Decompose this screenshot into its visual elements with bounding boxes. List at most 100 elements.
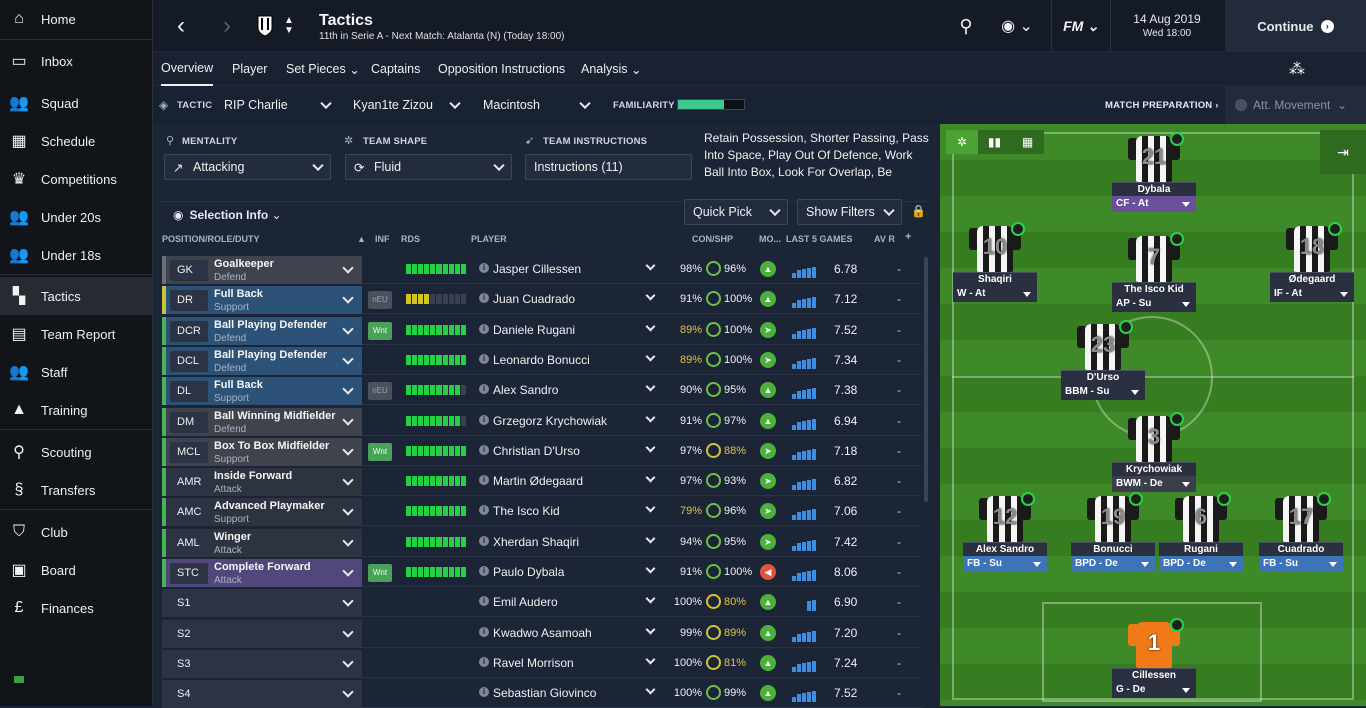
pitch-player-role[interactable]: BPD - De <box>1159 556 1243 572</box>
sidebar-item-transfers[interactable]: § Transfers <box>0 471 152 509</box>
table-row[interactable]: AML Winger Attack i Xherdan Shaqiri 94% 95% ➤ 7.… <box>162 528 922 557</box>
back-button[interactable]: ‹ <box>163 0 199 52</box>
header-last-5-games[interactable]: LAST 5 GAMES <box>786 234 853 244</box>
pitch-player[interactable]: 12 Alex Sandro FB - Su <box>963 492 1047 572</box>
player-name[interactable]: Alex Sandro <box>493 383 558 397</box>
chevron-down-icon[interactable] <box>342 353 354 365</box>
header-con-shp[interactable]: CON/SHP <box>692 234 733 244</box>
table-row[interactable]: DCL Ball Playing Defender Defend i Leonardo … <box>162 346 922 375</box>
position-cell[interactable]: DCR Ball Playing Defender Defend <box>162 316 362 345</box>
tactic-slot-3-select[interactable]: Macintosh <box>475 92 597 118</box>
player-info-icon[interactable]: i <box>479 444 489 455</box>
pitch-player[interactable]: 18 Ødegaard IF - At <box>1270 222 1354 302</box>
tab-opposition-instructions[interactable]: Opposition Instructions <box>438 52 565 86</box>
search-icon[interactable]: ⚲ <box>949 0 983 52</box>
player-name[interactable]: Ravel Morrison <box>493 656 574 670</box>
chevron-down-icon[interactable] <box>645 533 656 544</box>
table-row[interactable]: S2 i Kwadwo Asamoah 99% 89% ▲ 7.20 - <box>162 619 922 648</box>
player-info-icon[interactable]: i <box>479 414 489 425</box>
player-info-icon[interactable]: i <box>479 505 489 516</box>
sidebar-item-under-18s[interactable]: 👥 Under 18s <box>0 236 152 274</box>
club-switch-icon[interactable]: ▲ ▼ <box>281 0 297 52</box>
chevron-down-icon[interactable] <box>342 656 354 668</box>
player-name[interactable]: Sebastian Giovinco <box>493 686 596 700</box>
position-cell[interactable]: DL Full Back Support <box>162 377 362 406</box>
continue-button[interactable]: Continue › <box>1225 0 1366 52</box>
chevron-down-icon[interactable] <box>342 413 354 426</box>
chevron-down-icon[interactable] <box>342 625 354 638</box>
chevron-down-icon[interactable] <box>645 351 656 362</box>
chevron-down-icon[interactable] <box>342 383 354 395</box>
sidebar-item-board[interactable]: ▣ Board <box>0 551 152 589</box>
sidebar-item-under-20s[interactable]: 👥 Under 20s <box>0 198 152 236</box>
position-cell[interactable]: MCL Box To Box Midfielder Support <box>162 437 362 466</box>
chevron-down-icon[interactable] <box>342 504 354 517</box>
tab-player[interactable]: Player <box>232 52 267 86</box>
info-badge[interactable]: Wnt <box>368 442 392 461</box>
player-name[interactable]: Juan Cuadrado <box>493 292 575 306</box>
scrollbar[interactable] <box>924 257 928 502</box>
chevron-down-icon[interactable] <box>342 474 354 486</box>
stats-view-button[interactable]: ▮▮ <box>978 130 1011 154</box>
split-view-button[interactable]: ▦ <box>1011 130 1044 154</box>
table-row[interactable]: AMR Inside Forward Attack i Martin Ødegaard 9… <box>162 467 922 497</box>
player-info-icon[interactable]: i <box>479 656 489 667</box>
info-badge[interactable]: nEU <box>368 291 392 310</box>
position-cell[interactable]: AMR Inside Forward Attack <box>162 468 362 497</box>
player-info-icon[interactable]: i <box>479 384 489 395</box>
sidebar-item-squad[interactable]: 👥 Squad <box>0 84 152 122</box>
position-cell[interactable]: S1 <box>162 589 362 618</box>
player-name[interactable]: Martin Ødegaard <box>493 474 583 488</box>
pitch-player[interactable]: 10 Shaqiri W - At <box>953 222 1037 302</box>
chevron-down-icon[interactable] <box>645 472 656 483</box>
pitch-player-role[interactable]: CF - At <box>1112 196 1196 212</box>
pitch-player[interactable]: 7 The Isco Kid AP - Su <box>1112 232 1196 312</box>
sidebar-item-training[interactable]: ▲ Training <box>0 391 152 429</box>
club-badge-icon[interactable] <box>253 0 277 52</box>
chevron-down-icon[interactable] <box>645 654 656 665</box>
pitch-player[interactable]: 17 Cuadrado FB - Su <box>1259 492 1343 572</box>
chevron-down-icon[interactable] <box>645 593 656 604</box>
chevron-down-icon[interactable] <box>342 322 354 335</box>
table-row[interactable]: DCR Ball Playing Defender Defend Wnt i Daniel… <box>162 316 922 345</box>
player-info-icon[interactable]: i <box>479 353 489 364</box>
sidebar-item-finances[interactable]: £ Finances <box>0 589 152 627</box>
sidebar-item-competitions[interactable]: ♛ Competitions <box>0 160 152 198</box>
pitch-player-role[interactable]: W - At <box>953 286 1037 302</box>
player-info-icon[interactable]: i <box>479 475 489 486</box>
header-position[interactable]: POSITION/ROLE/DUTY <box>162 234 260 244</box>
match-preparation-link[interactable]: MATCH PREPARATION › <box>1105 100 1219 111</box>
chevron-down-icon[interactable] <box>645 442 656 453</box>
quick-pick-button[interactable]: Quick Pick <box>684 199 788 225</box>
tab-overview[interactable]: Overview <box>161 52 214 86</box>
table-row[interactable]: DM Ball Winning Midfielder Defend i Grzegorz… <box>162 407 922 436</box>
player-info-icon[interactable]: i <box>479 323 489 334</box>
pitch-player-role[interactable]: BWM - De <box>1112 476 1196 492</box>
pitch-player[interactable]: 3 Krychowiak BWM - De <box>1112 412 1196 492</box>
table-row[interactable]: DR Full Back Support nEU i Juan Cuadrado 91% 10… <box>162 285 922 315</box>
chevron-down-icon[interactable] <box>342 444 354 456</box>
player-name[interactable]: Leonardo Bonucci <box>493 353 590 367</box>
chevron-down-icon[interactable] <box>645 321 656 332</box>
sidebar-item-home[interactable]: ⌂ Home <box>0 0 152 38</box>
chevron-down-icon[interactable] <box>342 535 354 547</box>
header-inf[interactable]: INF <box>375 234 390 244</box>
pitch-player[interactable]: 19 Bonucci BPD - De <box>1071 492 1155 572</box>
position-cell[interactable]: S4 <box>162 680 362 708</box>
player-info-icon[interactable]: i <box>479 293 489 304</box>
att-movement-select[interactable]: Att. Movement ⌄ <box>1225 86 1366 124</box>
mentality-select[interactable]: ↗ Attacking <box>164 154 331 180</box>
forward-button[interactable]: › <box>209 0 245 52</box>
table-row[interactable]: MCL Box To Box Midfielder Support Wnt i Chris… <box>162 437 922 466</box>
position-cell[interactable]: STC Complete Forward Attack <box>162 559 362 587</box>
table-row[interactable]: GK Goalkeeper Defend i Jasper Cillessen 98% 96… <box>162 255 922 284</box>
pitch-view-button[interactable]: ✲ <box>946 130 978 154</box>
pitch-player-role[interactable]: FB - Su <box>963 556 1047 572</box>
sidebar-item-team-report[interactable]: ▤ Team Report <box>0 315 152 353</box>
header-rds[interactable]: RDS <box>401 234 420 244</box>
player-name[interactable]: Xherdan Shaqiri <box>493 535 579 549</box>
tab-analysis[interactable]: Analysis ⌄ <box>581 52 642 86</box>
table-row[interactable]: STC Complete Forward Attack Wnt i Paulo Dybal… <box>162 558 922 587</box>
sidebar-item-inbox[interactable]: ▭ Inbox <box>0 42 152 80</box>
chevron-down-icon[interactable] <box>645 381 656 392</box>
